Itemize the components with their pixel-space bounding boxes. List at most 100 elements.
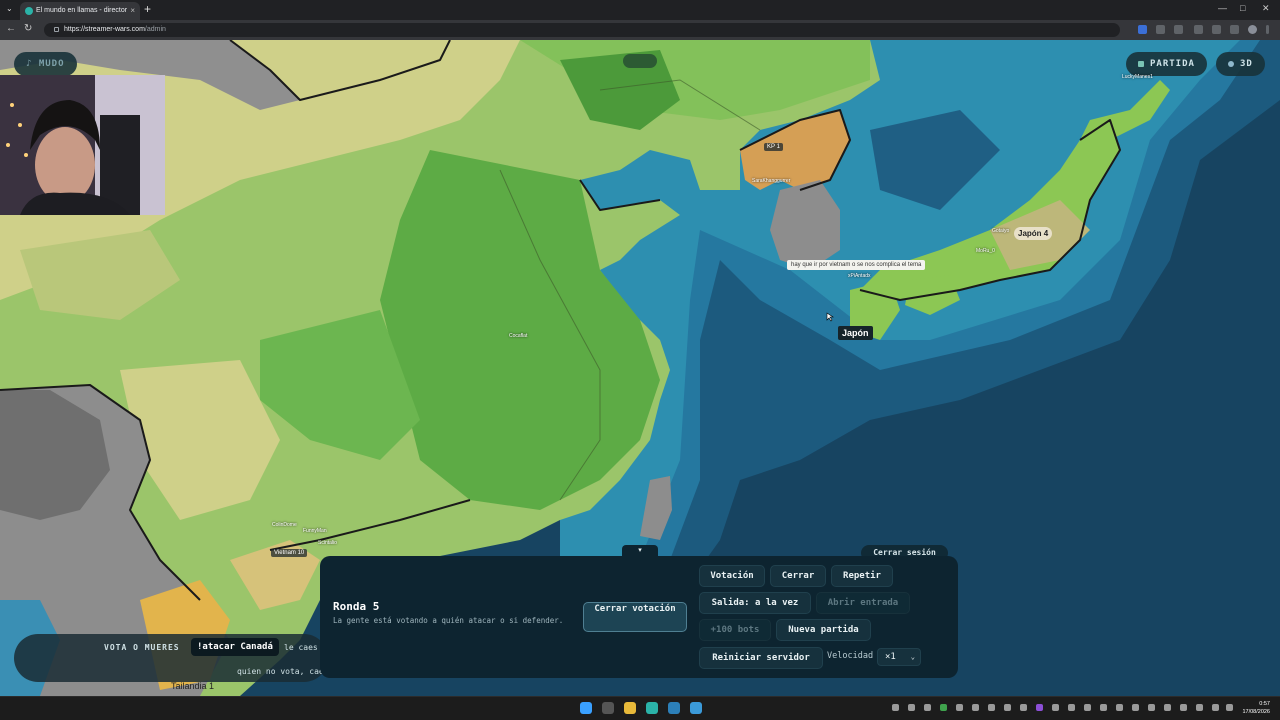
url-path: /admin xyxy=(144,26,166,33)
player-marker[interactable]: Scintalio xyxy=(318,540,337,546)
speed-select[interactable]: ×1 ⌄ xyxy=(877,648,921,666)
new-tab-button[interactable]: + xyxy=(144,2,151,16)
tray-icon[interactable] xyxy=(1084,704,1091,711)
exit-mode-button[interactable]: Salida: a la vez xyxy=(699,592,811,614)
player-marker[interactable]: FunnyMan xyxy=(303,528,327,534)
url-field[interactable]: https://streamer-wars.com/admin xyxy=(44,23,1120,37)
close-button[interactable]: Cerrar xyxy=(770,565,826,587)
app-icon[interactable] xyxy=(690,702,702,714)
territory-label-vietnam[interactable]: Vietnam 10 xyxy=(271,549,308,557)
view-3d-label: 3D xyxy=(1240,59,1253,69)
restart-server-button[interactable]: Reiniciar servidor xyxy=(699,647,823,669)
minimize-button[interactable]: — xyxy=(1218,3,1227,13)
tray-icon[interactable] xyxy=(940,704,947,711)
music-note-icon: ♪ xyxy=(26,59,39,69)
maximize-button[interactable]: □ xyxy=(1240,3,1245,13)
tray-icon[interactable] xyxy=(1164,704,1171,711)
player-marker[interactable]: Gotaiyo xyxy=(992,228,1009,234)
repeat-button[interactable]: Repetir xyxy=(831,565,893,587)
extension-icon[interactable] xyxy=(1174,25,1183,34)
clock-time: 0:57 xyxy=(1259,701,1270,707)
add-bots-button[interactable]: +100 bots xyxy=(699,619,771,641)
round-description: La gente está votando a quién atacar o s… xyxy=(333,616,564,625)
browser-tab[interactable]: El mundo en llamas - director × xyxy=(20,2,140,20)
tray-icon[interactable] xyxy=(1180,704,1187,711)
site-info-icon[interactable] xyxy=(54,26,59,32)
tray-icon[interactable] xyxy=(972,704,979,711)
tray-icon[interactable] xyxy=(1148,704,1155,711)
speed-value: ×1 xyxy=(885,652,896,662)
tray-icon[interactable] xyxy=(1020,704,1027,711)
mute-toggle[interactable]: ♪ MUDO xyxy=(14,52,77,76)
volume-icon[interactable] xyxy=(1212,704,1219,711)
file-explorer-icon[interactable] xyxy=(624,702,636,714)
vote-banner-tail: le caes xyxy=(284,643,318,652)
mouse-cursor-icon xyxy=(826,312,834,322)
clock-date: 17/08/2026 xyxy=(1242,709,1270,715)
address-bar-row: ← ↻ https://streamer-wars.com/admin xyxy=(0,20,1280,40)
chat-bubble: hay que ir por vietnam o se nos complica… xyxy=(787,260,926,270)
favicon-icon xyxy=(25,7,33,15)
view-3d-toggle[interactable]: 3D xyxy=(1216,52,1265,76)
wifi-icon[interactable] xyxy=(1196,704,1203,711)
chevron-down-icon: ⌄ xyxy=(910,653,915,661)
player-marker[interactable]: xPiAntadx xyxy=(848,273,871,279)
tray-icon[interactable] xyxy=(1004,704,1011,711)
player-marker[interactable]: MoRu_0 xyxy=(976,248,995,254)
menu-icon[interactable] xyxy=(1266,25,1269,34)
vote-button[interactable]: Votación xyxy=(699,565,765,587)
vote-command: !atacar Canadá xyxy=(191,638,279,656)
steam-icon[interactable] xyxy=(668,702,680,714)
window-close-button[interactable]: ✕ xyxy=(1262,3,1270,14)
tab-close-icon[interactable]: × xyxy=(130,2,135,20)
player-marker[interactable]: LuckyManes1 xyxy=(1122,74,1153,80)
match-label: PARTIDA xyxy=(1150,59,1195,69)
tray-icon[interactable] xyxy=(1036,704,1043,711)
tray-icon[interactable] xyxy=(1068,704,1075,711)
tray-icon[interactable] xyxy=(988,704,995,711)
system-clock[interactable]: 0:57 17/08/2026 xyxy=(1242,700,1270,716)
tray-icon[interactable] xyxy=(1116,704,1123,711)
tray-icon[interactable] xyxy=(956,704,963,711)
tray-icon[interactable] xyxy=(1052,704,1059,711)
globe-icon xyxy=(1228,60,1234,67)
download-icon[interactable] xyxy=(1230,25,1239,34)
browser-tab-bar: ⌄ El mundo en llamas - director × + — □ … xyxy=(0,0,1280,20)
territory-label-japan-count[interactable]: Japón 4 xyxy=(1014,227,1053,240)
vote-banner-label: VOTA O MUERES xyxy=(104,643,180,652)
extension-icon[interactable] xyxy=(1156,25,1165,34)
tray-icon[interactable] xyxy=(1100,704,1107,711)
close-vote-button[interactable]: Cerrar votación xyxy=(583,602,687,632)
extension-icon[interactable] xyxy=(1194,25,1203,34)
reload-icon[interactable]: ↻ xyxy=(24,23,32,34)
back-icon[interactable]: ← xyxy=(6,23,16,34)
tab-search-icon[interactable]: ⌄ xyxy=(6,4,13,13)
vote-banner-subline: quien no vota, cae xyxy=(237,667,324,676)
tray-icon[interactable] xyxy=(1132,704,1139,711)
tray-icon[interactable] xyxy=(924,704,931,711)
extension-icon[interactable] xyxy=(1212,25,1221,34)
match-chip[interactable]: PARTIDA xyxy=(1126,52,1207,76)
webcam-overlay xyxy=(0,75,165,215)
game-viewport: ♪ MUDO PARTIDA 3D KP 1 Japón 4 Japón Vie… xyxy=(0,40,1280,696)
territory-label-korea[interactable]: KP 1 xyxy=(764,143,783,151)
new-match-button[interactable]: Nueva partida xyxy=(776,619,871,641)
search-icon[interactable] xyxy=(602,702,614,714)
tray-icon[interactable] xyxy=(892,704,899,711)
browser-icon[interactable] xyxy=(646,702,658,714)
player-marker[interactable]: SaraKhanggurrer xyxy=(752,178,790,184)
speed-label: Velocidad xyxy=(827,651,874,661)
tray-icon[interactable] xyxy=(908,704,915,711)
extension-icon[interactable] xyxy=(1138,25,1147,34)
match-icon xyxy=(1138,60,1144,67)
player-marker[interactable]: ColinDome xyxy=(272,522,297,528)
round-title: Ronda 5 xyxy=(333,600,380,613)
profile-avatar[interactable] xyxy=(1248,25,1257,34)
territory-label-japan[interactable]: Japón xyxy=(838,326,873,340)
player-marker[interactable]: Cocaflat xyxy=(509,333,527,339)
url-host: https://streamer-wars.com xyxy=(64,26,145,33)
open-entry-button[interactable]: Abrir entrada xyxy=(816,592,910,614)
battery-icon[interactable] xyxy=(1226,704,1233,711)
streamer-camera-image xyxy=(0,75,165,215)
start-icon[interactable] xyxy=(580,702,592,714)
